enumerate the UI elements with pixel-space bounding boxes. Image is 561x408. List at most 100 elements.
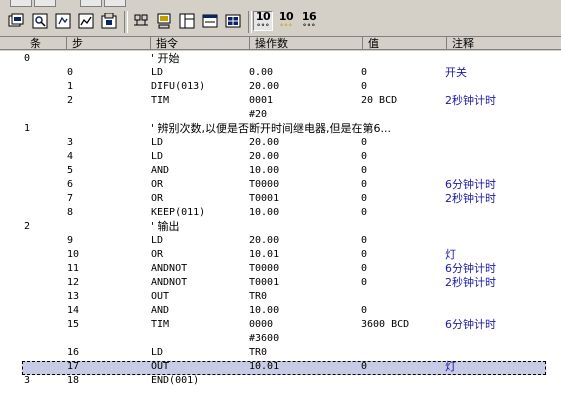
- table-row[interactable]: 11 ANDNOT T0000 0 6分钟计时: [0, 262, 561, 276]
- online-edit-icon[interactable]: [53, 11, 73, 31]
- cell-value: 0: [361, 361, 368, 372]
- cell-note: 2秒钟计时: [445, 276, 496, 289]
- cell-cond: 1: [24, 123, 31, 134]
- decimal-display-button[interactable]: 10 ∘∘∘: [253, 11, 273, 31]
- new-program-icon[interactable]: [6, 11, 26, 31]
- cell-instr: OUT: [151, 291, 170, 302]
- cell-instr: LD: [151, 151, 164, 162]
- cell-value: 0: [361, 137, 368, 148]
- table-row[interactable]: 12 ANDNOT T0001 0 2秒钟计时: [0, 276, 561, 290]
- toolbar-separator: [248, 11, 252, 33]
- table-row[interactable]: 0 ' 开始: [0, 52, 561, 66]
- cell-value: 0: [361, 207, 368, 218]
- open-search-icon[interactable]: [30, 11, 50, 31]
- hex-display-button[interactable]: 16 ∘∘∘: [299, 11, 319, 31]
- table-row[interactable]: #3600: [0, 332, 561, 346]
- mnemonic-view-icon[interactable]: [177, 11, 197, 31]
- cell-value: 3600 BCD: [361, 319, 410, 330]
- cell-value: 0: [361, 235, 368, 246]
- cell-step: 12: [67, 277, 80, 288]
- table-row[interactable]: 3 LD 20.00 0: [0, 136, 561, 150]
- toolbar-tab: [80, 0, 102, 7]
- cell-instr: OR: [151, 179, 164, 190]
- cell-operand: 20.00: [249, 151, 280, 162]
- table-row[interactable]: 7 OR T0001 0 2秒钟计时: [0, 192, 561, 206]
- cell-step: 10: [67, 249, 80, 260]
- cell-value: 0: [361, 81, 368, 92]
- col-header-value[interactable]: 值: [363, 37, 447, 50]
- table-row[interactable]: 2 ' 输出: [0, 220, 561, 234]
- cell-step: 2: [67, 95, 74, 106]
- cell-note: 开关: [445, 66, 467, 79]
- cell-value: 20 BCD: [361, 95, 398, 106]
- col-header-note[interactable]: 注释: [447, 37, 561, 50]
- col-header-instr[interactable]: 指令: [151, 37, 250, 50]
- col-header-cond[interactable]: 条: [0, 37, 67, 50]
- cell-step: 0: [67, 67, 74, 78]
- table-row[interactable]: 6 OR T0000 0 6分钟计时: [0, 178, 561, 192]
- mnemonic-grid: 0 ' 开始 0 LD 0.00 0 开关 1 DIFU(013) 20.00 0 2 TIM 0001 2…: [0, 52, 561, 408]
- table-row[interactable]: 17 OUT 10.01 0 灯: [0, 360, 561, 374]
- cell-instr: LD: [151, 235, 164, 246]
- cell-operand: 20.00: [249, 137, 280, 148]
- grid-icon[interactable]: [223, 11, 243, 31]
- cell-value: 0: [361, 165, 368, 176]
- cell-step: 16: [67, 347, 80, 358]
- cell-value: 0: [361, 193, 368, 204]
- table-row[interactable]: 15 TIM 0000 3600 BCD 6分钟计时: [0, 318, 561, 332]
- cell-instr: KEEP(011): [151, 207, 206, 218]
- cell-note: 灯: [445, 360, 456, 373]
- cell-instr: OR: [151, 193, 164, 204]
- display-dots: ∘∘∘: [302, 21, 316, 29]
- signed-decimal-label: 10: [278, 10, 294, 23]
- cell-step: 17: [67, 361, 80, 372]
- table-row[interactable]: 14 AND 10.00 0: [0, 304, 561, 318]
- window-icon[interactable]: [200, 11, 220, 31]
- cell-operand: 0.00: [249, 67, 274, 78]
- signed-decimal-display-button[interactable]: 10 ∘∘∘: [276, 11, 296, 31]
- decimal-label: 10: [255, 10, 271, 23]
- cell-note: 6分钟计时: [445, 262, 496, 275]
- table-row[interactable]: 1 DIFU(013) 20.00 0: [0, 80, 561, 94]
- cell-instr: DIFU(013): [151, 81, 206, 92]
- cell-value: 0: [361, 277, 368, 288]
- cell-operand: 20.00: [249, 235, 280, 246]
- col-header-operand[interactable]: 操作数: [250, 37, 363, 50]
- cell-comment: ' 输出: [151, 220, 180, 233]
- ladder-view-icon[interactable]: [131, 11, 151, 31]
- cell-note: 6分钟计时: [445, 318, 496, 331]
- cell-instr: LD: [151, 137, 164, 148]
- cell-operand: 0001: [249, 95, 274, 106]
- cell-operand: 10.01: [249, 361, 280, 372]
- table-row[interactable]: 3 18 END(001): [0, 374, 561, 388]
- cell-operand: 10.01: [249, 249, 280, 260]
- cell-instr: LD: [151, 347, 164, 358]
- table-row[interactable]: 2 TIM 0001 20 BCD 2秒钟计时: [0, 94, 561, 108]
- table-row[interactable]: 16 LD TR0: [0, 346, 561, 360]
- toolbar-tab: [34, 0, 56, 7]
- table-row[interactable]: 4 LD 20.00 0: [0, 150, 561, 164]
- cell-step: 1: [67, 81, 74, 92]
- table-row[interactable]: 13 OUT TR0: [0, 290, 561, 304]
- cell-step: 14: [67, 305, 80, 316]
- hex-label: 16: [301, 10, 317, 23]
- table-row[interactable]: 1 ' 辨别次数,以便是否断开时间继电器,但是在第6...: [0, 122, 561, 136]
- table-row[interactable]: #20: [0, 108, 561, 122]
- toolbar-tab: [104, 0, 126, 7]
- cell-step: 7: [67, 193, 74, 204]
- cell-value: 0: [361, 249, 368, 260]
- table-row[interactable]: 0 LD 0.00 0 开关: [0, 66, 561, 80]
- table-row[interactable]: 5 AND 10.00 0: [0, 164, 561, 178]
- table-row[interactable]: 8 KEEP(011) 10.00 0: [0, 206, 561, 220]
- column-header: 条 步 指令 操作数 值 注释: [0, 37, 561, 51]
- cell-instr: TIM: [151, 319, 170, 330]
- table-row[interactable]: 10 OR 10.01 0 灯: [0, 248, 561, 262]
- cell-instr: AND: [151, 165, 170, 176]
- cell-instr: ANDNOT: [151, 263, 188, 274]
- settings-icon[interactable]: [99, 11, 119, 31]
- cell-operand: T0001: [249, 193, 280, 204]
- table-row[interactable]: 9 LD 20.00 0: [0, 234, 561, 248]
- col-header-step[interactable]: 步: [67, 37, 151, 50]
- compare-icon[interactable]: [76, 11, 96, 31]
- monitor-icon[interactable]: [154, 11, 174, 31]
